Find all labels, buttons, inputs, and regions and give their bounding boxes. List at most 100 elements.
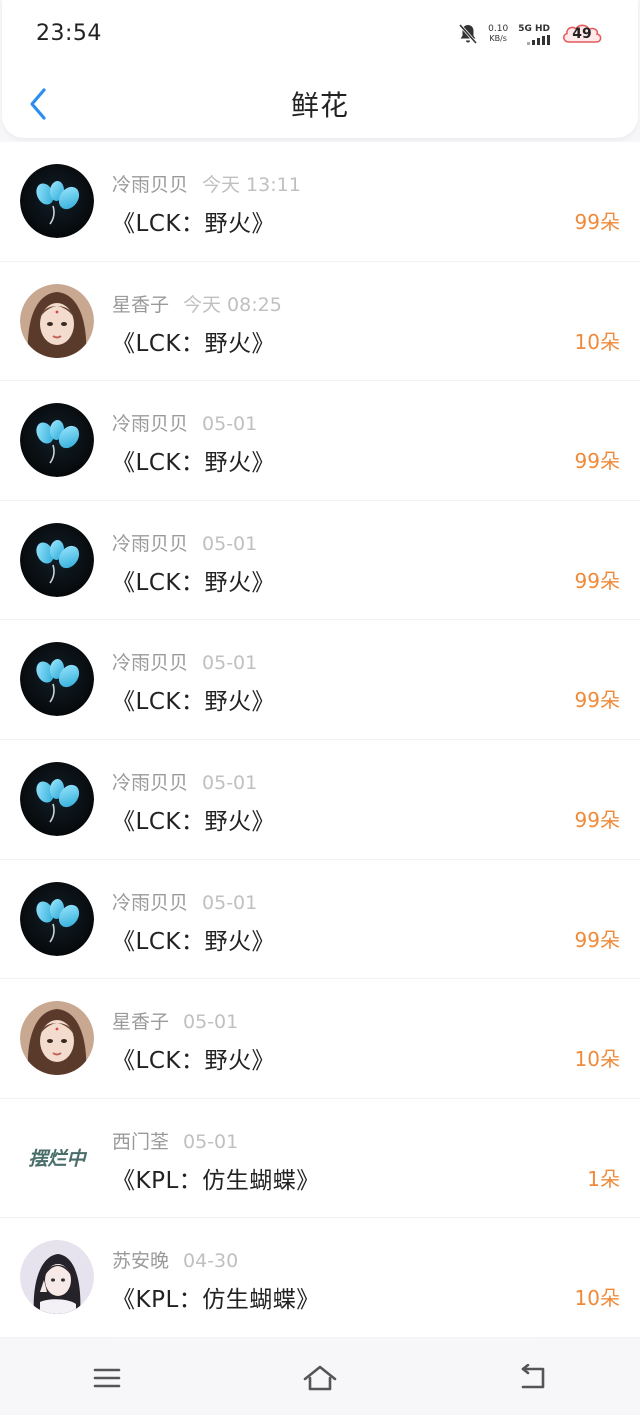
avatar[interactable] [20,1240,94,1315]
avatar-calligraphy-text: 摆烂中 [28,1148,86,1171]
portrait-avatar-image [20,283,94,358]
avatar[interactable] [20,164,94,238]
battery-indicator: 49 [560,22,604,46]
list-item[interactable]: 冷雨贝贝 05-01 《LCK：野火》 99朵 [0,859,640,980]
flower-count: 99朵 [574,449,620,474]
blue-butterfly-avatar-image [20,164,94,238]
signal-indicator: 5G HD [518,24,550,45]
bell-muted-icon [459,24,478,44]
blue-butterfly-avatar-image [20,403,94,478]
sender-line: 冷雨贝贝 今天 13:11 [112,170,301,197]
work-title: 《LCK：野火》 [112,1048,275,1075]
list-item[interactable]: 摆烂中 西门荃 05-01 《KPL：仿生蝴蝶》 1朵 [0,1098,640,1219]
work-title: 《KPL：仿生蝴蝶》 [112,1167,320,1194]
list-item[interactable]: 冷雨贝贝 05-01 《LCK：野火》 99朵 [0,381,640,501]
sender-line: 苏安晚 04-30 [112,1246,238,1273]
page-title: 鲜花 [290,89,349,122]
sender-line: 冷雨贝贝 05-01 [112,529,257,556]
avatar[interactable] [20,761,94,836]
portrait-avatar-image [20,1001,94,1076]
menu-button[interactable] [77,1358,137,1398]
work-title: 《KPL：仿生蝴蝶》 [112,1287,320,1314]
status-icons: 0.10 KB/s 5G HD 49 [458,22,604,46]
blue-butterfly-avatar-image [20,522,94,597]
avatar[interactable] [20,881,94,956]
sent-time: 05-01 [202,652,258,675]
sender-line: 冷雨贝贝 05-01 [112,888,257,915]
system-back-button[interactable] [503,1358,563,1398]
sender-line: 冷雨贝贝 05-01 [112,768,257,795]
sender-name[interactable]: 星香子 [112,1011,169,1033]
home-icon [303,1365,337,1390]
flower-count: 10朵 [574,1047,620,1072]
sent-time: 04-30 [183,1250,239,1273]
page: 23:54 0.10 KB/s 5G HD 49 鲜花 冷雨贝贝 今天 13:1… [0,0,640,1415]
avatar[interactable] [20,522,94,597]
list-item[interactable]: 星香子 今天 08:25 《LCK：野火》 10朵 [0,261,640,382]
blue-butterfly-avatar-image [20,761,94,836]
battery-level: 49 [572,26,592,42]
work-title: 《LCK：野火》 [112,450,275,477]
work-title: 《LCK：野火》 [112,330,275,357]
avatar[interactable] [20,1001,94,1076]
work-title: 《LCK：野火》 [112,211,275,237]
flower-count: 99朵 [574,807,620,832]
avatar[interactable] [20,642,94,717]
sender-line: 星香子 05-01 [112,1007,238,1034]
photo-avatar-image [20,1240,94,1315]
avatar[interactable] [20,403,94,478]
sender-name[interactable]: 冷雨贝贝 [112,533,188,555]
list-item[interactable]: 冷雨贝贝 05-01 《LCK：野火》 99朵 [0,620,640,740]
system-nav-bar [0,1340,640,1415]
blue-butterfly-avatar-image [20,642,94,717]
net-speed: 0.10 KB/s [488,24,508,44]
row-divider [112,1336,540,1338]
menu-icon [93,1368,120,1387]
list-item[interactable]: 冷雨贝贝 今天 13:11 《LCK：野火》 99朵 [0,142,640,262]
sender-name[interactable]: 冷雨贝贝 [112,772,188,794]
work-title: 《LCK：野火》 [112,689,275,716]
header: 23:54 0.10 KB/s 5G HD 49 鲜花 [2,0,638,138]
flower-count: 1朵 [587,1166,620,1191]
avatar[interactable]: 摆烂中 [20,1120,94,1195]
net-speed-unit: KB/s [489,34,507,43]
list-item[interactable]: 冷雨贝贝 05-01 《LCK：野火》 99朵 [0,739,640,860]
status-time: 23:54 [36,21,102,46]
sent-time: 05-01 [183,1011,239,1034]
flower-count: 99朵 [574,927,620,952]
sender-line: 冷雨贝贝 05-01 [112,409,257,436]
sender-name[interactable]: 星香子 [112,294,169,316]
sent-time: 05-01 [202,413,258,436]
sender-name[interactable]: 冷雨贝贝 [112,652,188,674]
gift-list: 冷雨贝贝 今天 13:11 《LCK：野火》 99朵 星香子 今天 08:25 《LCK：野… [0,142,640,1338]
work-title: 《LCK：野火》 [112,928,275,955]
list-item[interactable]: 冷雨贝贝 05-01 《LCK：野火》 99朵 [0,500,640,621]
flower-count: 10朵 [574,1286,620,1311]
list-item[interactable]: 苏安晚 04-30 《KPL：仿生蝴蝶》 10朵 [0,1218,640,1338]
work-title: 《LCK：野火》 [112,569,275,596]
sender-line: 冷雨贝贝 05-01 [112,648,257,675]
sent-time: 05-01 [202,891,258,914]
sender-name[interactable]: 西门荃 [112,1131,169,1153]
sent-time: 今天 13:11 [202,174,301,196]
flower-count: 99朵 [574,568,620,593]
flower-count: 10朵 [574,329,620,354]
avatar[interactable] [20,283,94,358]
flower-count: 99朵 [574,688,620,713]
list-item[interactable]: 星香子 05-01 《LCK：野火》 10朵 [0,979,640,1099]
sender-name[interactable]: 冷雨贝贝 [112,413,188,435]
network-label: 5G HD [518,23,550,34]
nav-bar: 鲜花 [2,70,638,138]
flower-count: 99朵 [574,210,620,234]
sender-line: 西门荃 05-01 [112,1127,238,1154]
sender-name[interactable]: 冷雨贝贝 [112,892,188,914]
status-bar: 23:54 0.10 KB/s 5G HD 49 [2,0,638,70]
home-button[interactable] [290,1358,350,1398]
sender-name[interactable]: 冷雨贝贝 [112,174,188,196]
sent-time: 05-01 [202,532,258,555]
net-speed-value: 0.10 [488,24,509,34]
back-icon [522,1363,545,1388]
signal-bars-icon [527,34,550,45]
sender-name[interactable]: 苏安晚 [112,1250,169,1272]
sender-line: 星香子 今天 08:25 [112,290,282,317]
